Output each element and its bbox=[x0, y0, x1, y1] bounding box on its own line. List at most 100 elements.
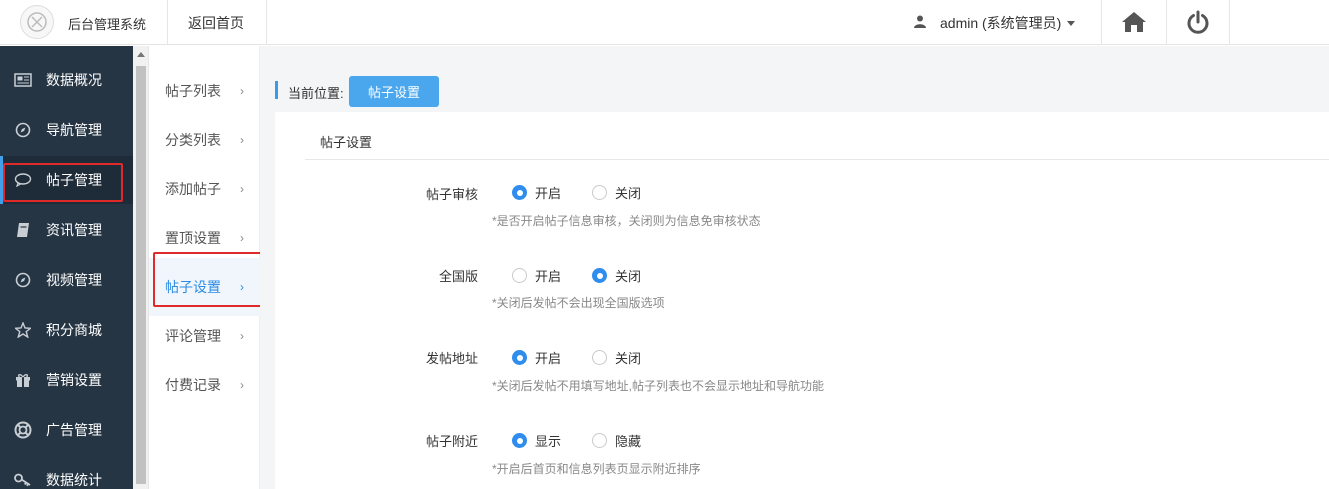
chevron-down-icon bbox=[1067, 20, 1076, 26]
user-menu[interactable]: admin (系统管理员) bbox=[914, 13, 1076, 33]
radio-post-review-off[interactable]: 关闭 bbox=[592, 183, 641, 202]
book-icon bbox=[14, 221, 32, 239]
submenu-item-add-post[interactable]: 添加帖子 › bbox=[149, 168, 260, 210]
star-icon bbox=[14, 321, 32, 339]
top-header: 后台管理系统 返回首页 admin (系统管理员) bbox=[0, 0, 1329, 45]
submenu-item-pin-settings[interactable]: 置顶设置 › bbox=[149, 217, 260, 259]
sidebar-item-label: 导航管理 bbox=[46, 122, 102, 138]
radio-nearby-show[interactable]: 显示 bbox=[512, 431, 561, 450]
radio-checked-icon bbox=[592, 268, 607, 283]
setting-hint: *是否开启帖子信息审核，关闭则为信息免审核状态 bbox=[492, 214, 761, 228]
radio-label: 关闭 bbox=[615, 186, 642, 201]
compass-icon bbox=[14, 121, 32, 139]
chevron-right-icon: › bbox=[240, 329, 244, 343]
chevron-right-icon: › bbox=[240, 182, 244, 196]
radio-post-address-on[interactable]: 开启 bbox=[512, 348, 561, 367]
divider bbox=[1101, 0, 1102, 45]
radio-post-review-on[interactable]: 开启 bbox=[512, 183, 561, 202]
radio-checked-icon bbox=[512, 350, 527, 365]
radio-unchecked-icon bbox=[512, 268, 527, 283]
compass-icon bbox=[14, 271, 32, 289]
submenu-item-label: 帖子设置 bbox=[165, 279, 221, 295]
setting-hint: *开启后首页和信息列表页显示附近排序 bbox=[492, 462, 701, 476]
sidebar-item-marketing[interactable]: 营销设置 bbox=[0, 356, 133, 404]
breadcrumb-current-button[interactable]: 帖子设置 bbox=[349, 76, 439, 107]
sidebar-item-label: 数据统计 bbox=[46, 472, 102, 488]
logout-button[interactable] bbox=[1183, 8, 1213, 36]
breadcrumb-label: 当前位置: bbox=[288, 86, 344, 101]
key-icon bbox=[14, 471, 32, 489]
radio-post-address-off[interactable]: 关闭 bbox=[592, 348, 641, 367]
setting-hint: *关闭后发帖不用填写地址,帖子列表也不会显示地址和导航功能 bbox=[492, 379, 825, 393]
home-button[interactable] bbox=[1119, 8, 1149, 36]
setting-label-post-address: 发帖地址 bbox=[425, 351, 478, 366]
scrollbar-thumb[interactable] bbox=[136, 66, 146, 484]
sidebar-item-label: 营销设置 bbox=[46, 372, 102, 388]
submenu-item-category-list[interactable]: 分类列表 › bbox=[149, 119, 260, 161]
sub-menu: 帖子列表 › 分类列表 › 添加帖子 › 置顶设置 › 帖子设置 › 评论管理 … bbox=[149, 46, 260, 489]
sidebar-item-statistics[interactable]: 数据统计 bbox=[0, 456, 133, 489]
sidebar-item-label: 资讯管理 bbox=[46, 222, 102, 238]
divider bbox=[1229, 0, 1230, 45]
radio-national-off[interactable]: 关闭 bbox=[592, 266, 641, 285]
setting-label-national: 全国版 bbox=[438, 269, 478, 284]
submenu-item-label: 评论管理 bbox=[165, 328, 221, 344]
chevron-right-icon: › bbox=[240, 280, 244, 294]
divider bbox=[1166, 0, 1167, 45]
radio-label: 关闭 bbox=[615, 351, 642, 366]
radio-label: 开启 bbox=[535, 186, 562, 201]
chevron-right-icon: › bbox=[240, 231, 244, 245]
lifebuoy-icon bbox=[14, 421, 32, 439]
sidebar-item-points-mall[interactable]: 积分商城 bbox=[0, 306, 133, 354]
sidebar-item-label: 视频管理 bbox=[46, 272, 102, 288]
radio-label: 显示 bbox=[535, 434, 562, 449]
user-icon bbox=[914, 15, 926, 31]
logo-icon bbox=[27, 12, 47, 32]
radio-nearby-hide[interactable]: 隐藏 bbox=[592, 431, 641, 450]
radio-unchecked-icon bbox=[592, 185, 607, 200]
main-sidebar: 数据概况 导航管理 帖子管理 资讯管理 视频管理 积分商城 营销设置 广告管理 … bbox=[0, 46, 133, 489]
comment-icon bbox=[14, 171, 32, 189]
sidebar-item-ads[interactable]: 广告管理 bbox=[0, 406, 133, 454]
sidebar-item-news[interactable]: 资讯管理 bbox=[0, 206, 133, 254]
sidebar-item-navigation[interactable]: 导航管理 bbox=[0, 106, 133, 154]
submenu-item-label: 添加帖子 bbox=[165, 181, 221, 197]
sidebar-item-posts[interactable]: 帖子管理 bbox=[0, 156, 133, 204]
home-icon bbox=[1122, 12, 1146, 32]
radio-unchecked-icon bbox=[592, 433, 607, 448]
chevron-right-icon: › bbox=[240, 378, 244, 392]
scroll-up-arrow-icon[interactable] bbox=[137, 52, 145, 57]
submenu-item-label: 帖子列表 bbox=[165, 83, 221, 99]
breadcrumb-marker bbox=[275, 81, 278, 99]
divider bbox=[305, 159, 1329, 160]
submenu-item-label: 置顶设置 bbox=[165, 230, 221, 246]
divider bbox=[266, 0, 267, 45]
submenu-item-payment-records[interactable]: 付费记录 › bbox=[149, 364, 260, 406]
sidebar-scrollbar[interactable] bbox=[133, 46, 149, 489]
back-home-link[interactable]: 返回首页 bbox=[188, 13, 244, 33]
submenu-item-label: 分类列表 bbox=[165, 132, 221, 148]
setting-label-nearby: 帖子附近 bbox=[425, 434, 478, 449]
sidebar-item-label: 帖子管理 bbox=[46, 172, 102, 188]
sidebar-item-videos[interactable]: 视频管理 bbox=[0, 256, 133, 304]
app-title: 后台管理系统 bbox=[68, 17, 147, 32]
sidebar-item-label: 积分商城 bbox=[46, 322, 102, 338]
radio-label: 隐藏 bbox=[615, 434, 642, 449]
chevron-right-icon: › bbox=[240, 133, 244, 147]
submenu-item-label: 付费记录 bbox=[165, 377, 221, 393]
logo bbox=[20, 5, 54, 39]
sidebar-item-dashboard[interactable]: 数据概况 bbox=[0, 56, 133, 104]
newspaper-icon bbox=[14, 71, 32, 89]
submenu-item-comments[interactable]: 评论管理 › bbox=[149, 315, 260, 357]
settings-panel: 帖子设置 帖子审核 开启 关闭 *是否开启帖子信息审核，关闭则为信息免审核状态 … bbox=[275, 112, 1329, 489]
sidebar-item-label: 数据概况 bbox=[46, 72, 102, 88]
power-icon bbox=[1187, 10, 1209, 34]
submenu-item-post-list[interactable]: 帖子列表 › bbox=[149, 70, 260, 112]
main-content: 当前位置: 帖子设置 帖子设置 帖子审核 开启 关闭 *是否开启帖子信息审核，关… bbox=[260, 46, 1329, 489]
setting-hint: *关闭后发帖不会出现全国版选项 bbox=[492, 296, 665, 310]
sidebar-item-label: 广告管理 bbox=[46, 422, 102, 438]
radio-national-on[interactable]: 开启 bbox=[512, 266, 561, 285]
submenu-item-post-settings[interactable]: 帖子设置 › bbox=[149, 258, 260, 316]
chevron-right-icon: › bbox=[240, 84, 244, 98]
radio-label: 开启 bbox=[535, 269, 562, 284]
